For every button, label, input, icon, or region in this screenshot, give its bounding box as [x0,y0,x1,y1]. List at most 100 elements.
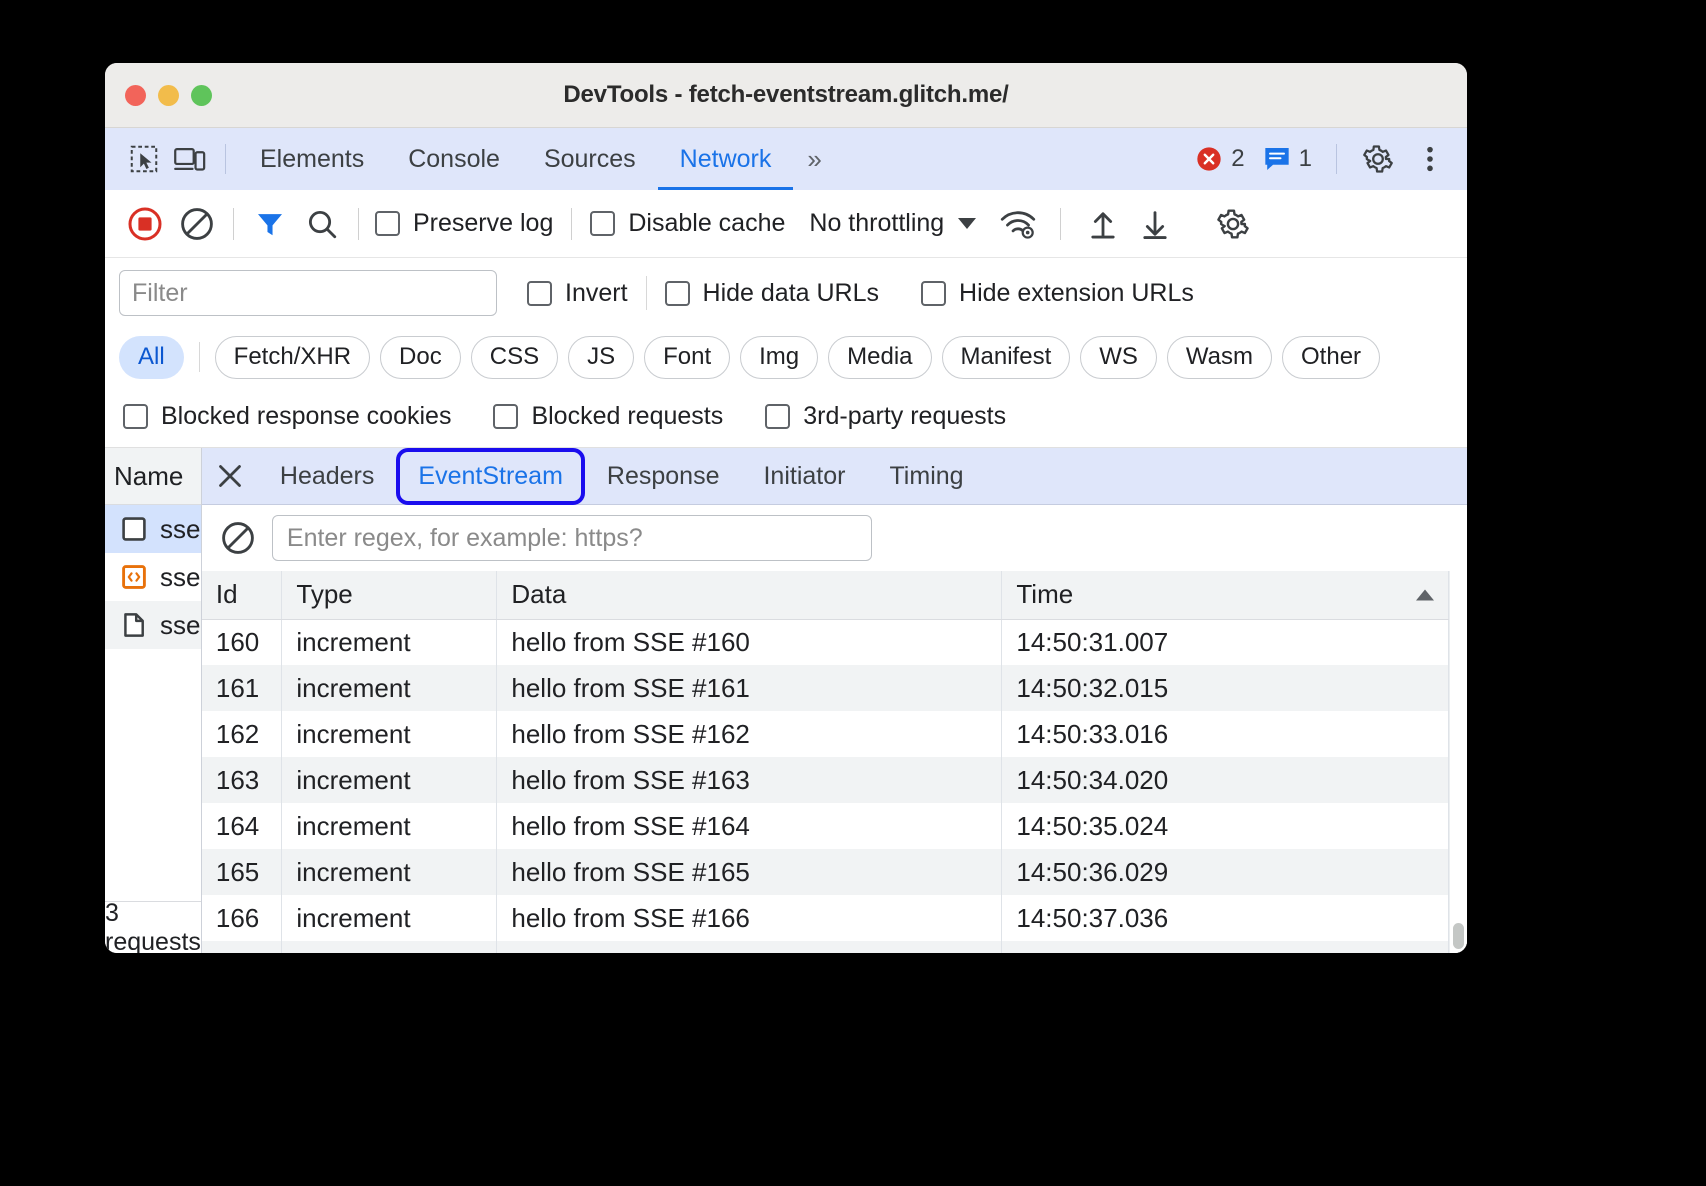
cell-data: hello from SSE #162 [497,711,1002,757]
cell-data: hello from SSE #164 [497,803,1002,849]
detail-tab-timing[interactable]: Timing [867,448,985,505]
column-header-time-label: Time [1016,579,1073,609]
filter-funnel-icon[interactable] [244,198,296,250]
gear-icon[interactable] [1355,136,1401,182]
column-header-time[interactable]: Time [1002,571,1449,619]
network-settings-gear-icon[interactable] [1207,198,1259,250]
error-circle-icon [1195,145,1223,173]
third-party-requests-checkbox-box[interactable] [765,404,790,429]
column-header-type[interactable]: Type [282,571,497,619]
request-row-sse-2[interactable]: sse [105,553,201,601]
chip-wasm[interactable]: Wasm [1167,336,1272,379]
detail-tab-headers[interactable]: Headers [258,448,397,505]
clear-icon[interactable] [171,198,223,250]
cell-time: 14:50:32.015 [1002,665,1449,711]
chip-fetch-xhr[interactable]: Fetch/XHR [215,336,370,379]
request-name-label: sse [160,610,200,641]
table-row[interactable]: 164 increment hello from SSE #164 14:50:… [202,803,1449,849]
request-list: sse sse [105,505,201,901]
device-toolbar-icon[interactable] [167,136,213,182]
cell-data: hello from SSE #161 [497,665,1002,711]
column-header-id[interactable]: Id [202,571,282,619]
throttling-dropdown[interactable]: No throttling [809,209,976,238]
import-har-icon[interactable] [1077,198,1129,250]
table-row[interactable]: 162 increment hello from SSE #162 14:50:… [202,711,1449,757]
blocked-requests-checkbox-box[interactable] [493,404,518,429]
detail-tab-response[interactable]: Response [585,448,742,505]
cell-type: increment [282,665,497,711]
hide-extension-urls-checkbox[interactable]: Hide extension URLs [921,279,1194,308]
filter-row: Invert Hide data URLs Hide extension URL… [105,258,1467,328]
disable-cache-checkbox-box[interactable] [590,211,615,236]
hide-data-urls-checkbox[interactable]: Hide data URLs [665,279,879,308]
filter-input[interactable] [119,270,497,316]
chip-img[interactable]: Img [740,336,818,379]
chips-divider [199,342,200,372]
export-har-icon[interactable] [1129,198,1181,250]
table-row[interactable]: 161 increment hello from SSE #161 14:50:… [202,665,1449,711]
third-party-requests-checkbox[interactable]: 3rd-party requests [765,402,1006,431]
request-row-sse-1[interactable]: sse [105,505,201,553]
eventstream-vertical-scrollbar[interactable] [1449,571,1467,953]
hide-data-urls-checkbox-box[interactable] [665,281,690,306]
cell-time: 14:50:36.029 [1002,849,1449,895]
hide-extension-urls-checkbox-box[interactable] [921,281,946,306]
cell-time: 14:50:31.007 [1002,619,1449,665]
disable-cache-checkbox[interactable]: Disable cache [590,209,785,238]
chip-font[interactable]: Font [644,336,730,379]
sort-ascending-arrow-icon [1416,589,1434,600]
chip-all[interactable]: All [119,336,184,379]
tab-elements[interactable]: Elements [238,128,386,190]
blocked-response-cookies-checkbox[interactable]: Blocked response cookies [123,402,451,431]
cell-time: 14:50:38.037 [1002,941,1449,953]
scrollbar-thumb[interactable] [1453,923,1464,949]
cell-time: 14:50:33.016 [1002,711,1449,757]
tab-console[interactable]: Console [386,128,522,190]
chip-js[interactable]: JS [568,336,634,379]
cell-id: 167 [202,941,282,953]
chip-other[interactable]: Other [1282,336,1380,379]
invert-checkbox[interactable]: Invert [527,279,628,308]
tab-network[interactable]: Network [658,128,794,190]
message-count-badge[interactable]: 1 [1257,145,1318,173]
blocked-requests-checkbox[interactable]: Blocked requests [493,402,723,431]
request-name-column-header[interactable]: Name [105,448,201,505]
preserve-log-checkbox-box[interactable] [375,211,400,236]
close-icon[interactable] [202,448,258,505]
chip-doc[interactable]: Doc [380,336,461,379]
record-stop-icon[interactable] [119,198,171,250]
preserve-log-label: Preserve log [413,209,553,238]
preserve-log-checkbox[interactable]: Preserve log [375,209,553,238]
table-row[interactable]: 166 increment hello from SSE #166 14:50:… [202,895,1449,941]
detail-tab-initiator[interactable]: Initiator [741,448,867,505]
chip-manifest[interactable]: Manifest [942,336,1071,379]
cell-type: increment [282,849,497,895]
eventstream-regex-input[interactable] [272,515,872,561]
request-row-sse-3[interactable]: sse [105,601,201,649]
blocked-requests-label: Blocked requests [531,402,723,431]
chip-css[interactable]: CSS [471,336,558,379]
chip-ws[interactable]: WS [1080,336,1157,379]
table-row[interactable]: 160 increment hello from SSE #160 14:50:… [202,619,1449,665]
inspect-element-icon[interactable] [121,136,167,182]
table-row[interactable]: 165 increment hello from SSE #165 14:50:… [202,849,1449,895]
error-count-badge[interactable]: 2 [1189,145,1250,173]
blocked-response-cookies-checkbox-box[interactable] [123,404,148,429]
kebab-menu-icon[interactable] [1407,136,1453,182]
table-row[interactable]: 167 increment hello from SSE #167 14:50:… [202,941,1449,953]
tab-sources[interactable]: Sources [522,128,658,190]
chip-media[interactable]: Media [828,336,931,379]
more-tabs-button[interactable]: » [793,128,835,190]
network-conditions-icon[interactable] [992,198,1044,250]
eventstream-table-body: 160 increment hello from SSE #160 14:50:… [202,619,1449,953]
search-icon[interactable] [296,198,348,250]
cell-id: 164 [202,803,282,849]
cell-type: increment [282,941,497,953]
column-header-data[interactable]: Data [497,571,1002,619]
invert-checkbox-box[interactable] [527,281,552,306]
detail-tab-eventstream[interactable]: EventStream [396,448,585,505]
devtools-tab-bar: Elements Console Sources Network » 2 1 [105,128,1467,190]
table-row[interactable]: 163 increment hello from SSE #163 14:50:… [202,757,1449,803]
clear-circle-slash-icon[interactable] [220,520,256,556]
cell-type: increment [282,757,497,803]
